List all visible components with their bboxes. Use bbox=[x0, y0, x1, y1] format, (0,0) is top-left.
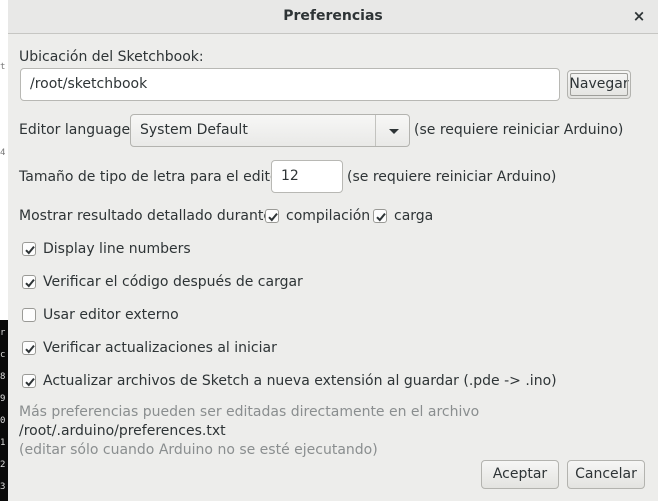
check-updates-checkbox[interactable] bbox=[22, 341, 36, 355]
edge-char: 0 bbox=[0, 416, 6, 426]
editor-language-value: System Default bbox=[140, 122, 248, 138]
editor-language-select[interactable]: System Default bbox=[130, 114, 410, 147]
edge-char: 1 bbox=[0, 438, 6, 448]
check-icon bbox=[25, 344, 35, 354]
check-icon bbox=[25, 377, 35, 387]
line-numbers-checkbox[interactable] bbox=[22, 242, 36, 256]
edge-char: 2 bbox=[0, 460, 6, 470]
check-icon bbox=[25, 278, 35, 288]
sketchbook-path-value: /root/sketchbook bbox=[30, 76, 148, 92]
font-size-value: 12 bbox=[281, 168, 299, 184]
verify-upload-label: Verificar el código después de cargar bbox=[43, 274, 303, 290]
upload-checkbox[interactable] bbox=[373, 209, 387, 223]
external-editor-label: Usar editor externo bbox=[43, 307, 179, 323]
cancel-button-label: Cancelar bbox=[575, 466, 637, 482]
accept-button[interactable]: Aceptar bbox=[481, 460, 559, 489]
update-extension-checkbox[interactable] bbox=[22, 374, 36, 388]
edge-char: 8 bbox=[0, 372, 6, 382]
edge-char: 4 bbox=[0, 148, 6, 158]
sketchbook-path-input[interactable]: /root/sketchbook bbox=[20, 68, 560, 101]
update-extension-label: Actualizar archivos de Sketch a nueva ex… bbox=[43, 373, 557, 389]
verify-upload-checkbox[interactable] bbox=[22, 275, 36, 289]
chevron-down-icon bbox=[389, 129, 399, 134]
cancel-button[interactable]: Cancelar bbox=[567, 460, 645, 489]
check-updates-label: Verificar actualizaciones al iniciar bbox=[43, 340, 277, 356]
sketchbook-label: Ubicación del Sketchbook: bbox=[19, 49, 204, 65]
external-editor-checkbox[interactable] bbox=[22, 308, 36, 322]
edge-char: 9 bbox=[0, 394, 6, 404]
combo-separator bbox=[375, 115, 376, 146]
edit-warning-note: (editar sólo cuando Arduino no se esté e… bbox=[19, 442, 378, 458]
dialog-title: Preferencias bbox=[283, 8, 383, 24]
compile-label: compilación bbox=[286, 208, 371, 224]
more-preferences-note: Más preferencias pueden ser editadas dir… bbox=[19, 404, 480, 420]
line-numbers-label: Display line numbers bbox=[43, 241, 191, 257]
check-icon bbox=[268, 212, 278, 222]
check-icon bbox=[25, 245, 35, 255]
upload-label: carga bbox=[394, 208, 434, 224]
font-size-label: Tamaño de tipo de letra para el editor: bbox=[19, 169, 289, 185]
close-icon[interactable]: × bbox=[630, 7, 648, 25]
edge-char: c bbox=[0, 350, 6, 360]
accept-button-label: Aceptar bbox=[492, 466, 548, 482]
edge-char: r bbox=[0, 328, 6, 338]
check-icon bbox=[376, 212, 386, 222]
editor-language-label: Editor language: bbox=[19, 122, 135, 138]
preferences-file-path: /root/.arduino/preferences.txt bbox=[19, 423, 226, 439]
verbose-output-label: Mostrar resultado detallado durante: bbox=[19, 208, 277, 224]
preferences-dialog: Preferencias × Ubicación del Sketchbook:… bbox=[8, 0, 658, 501]
font-size-input[interactable]: 12 bbox=[271, 160, 343, 193]
editor-language-note: (se requiere reiniciar Arduino) bbox=[414, 122, 624, 138]
edge-char: t bbox=[0, 62, 6, 72]
font-size-note: (se requiere reiniciar Arduino) bbox=[347, 169, 557, 185]
title-bar: Preferencias × bbox=[8, 0, 658, 34]
compile-checkbox[interactable] bbox=[265, 209, 279, 223]
button-focus-ring bbox=[570, 73, 628, 96]
browse-button[interactable]: Navegar bbox=[567, 70, 631, 99]
background-terminal-edge: r c 8 9 0 1 2 3 bbox=[0, 320, 8, 501]
edge-char: 3 bbox=[0, 482, 6, 492]
